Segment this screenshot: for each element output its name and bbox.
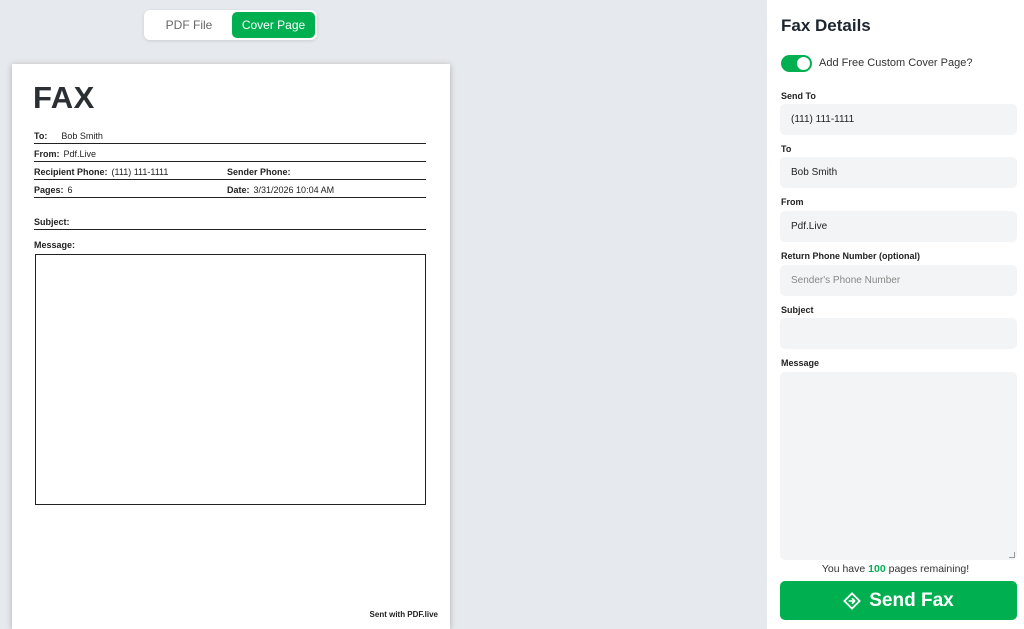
cover-footer: Sent with PDF.live [369, 610, 438, 619]
cover-pages-label: Pages: [34, 185, 64, 195]
cover-pages-row: Pages: 6 Date: 3/31/2026 10:04 AM [34, 180, 426, 198]
send-to-field[interactable]: (111) 111-1111 [780, 104, 1017, 135]
cover-page-toggle[interactable] [781, 55, 812, 72]
send-to-label: Send To [781, 91, 816, 101]
cover-subject-label: Subject: [34, 217, 70, 227]
fax-title: FAX [33, 80, 95, 115]
send-diamond-icon [843, 591, 862, 610]
remaining-count: 100 [868, 563, 886, 575]
cover-from-label: From: [34, 149, 60, 159]
from-label: From [781, 197, 804, 207]
cover-to-value: Bob Smith [61, 131, 103, 141]
cover-recipient-phone-label: Recipient Phone: [34, 167, 108, 177]
cover-recipient-phone-value: (111) 111-1111 [111, 167, 169, 177]
message-label: Message [781, 358, 820, 368]
tab-cover-page[interactable]: Cover Page [232, 12, 315, 38]
subject-label: Subject [781, 305, 814, 315]
cover-page-preview: FAX To: Bob Smith From: Pdf.Live Recipie… [12, 64, 450, 629]
cover-message-box [35, 254, 426, 505]
send-fax-button[interactable]: Send Fax [780, 581, 1017, 620]
send-fax-label: Send Fax [869, 589, 954, 611]
cover-pages-value: 6 [67, 185, 73, 195]
toggle-knob [797, 57, 810, 70]
to-label: To [781, 144, 792, 154]
remaining-prefix: You have [821, 563, 866, 575]
remaining-suffix: pages remaining! [888, 563, 970, 575]
cover-page-toggle-label: Add Free Custom Cover Page? [819, 57, 973, 69]
resize-handle-icon[interactable] [1009, 552, 1015, 558]
cover-to-row: To: Bob Smith [34, 126, 426, 144]
cover-phone-row: Recipient Phone: (111) 111-1111 Sender P… [34, 162, 426, 180]
tab-pdf-file[interactable]: PDF File [146, 12, 232, 38]
cover-from-value: Pdf.Live [63, 149, 97, 159]
fax-details-panel: Fax Details Add Free Custom Cover Page? … [767, 0, 1024, 629]
return-phone-label: Return Phone Number (optional) [781, 251, 920, 261]
return-phone-field[interactable]: Sender's Phone Number [780, 265, 1017, 296]
pages-remaining: You have 100 pages remaining! [767, 563, 1024, 575]
panel-title: Fax Details [781, 16, 871, 35]
cover-date-label: Date: [227, 185, 250, 195]
cover-message-label: Message: [34, 240, 76, 250]
cover-from-row: From: Pdf.Live [34, 144, 426, 162]
to-field[interactable]: Bob Smith [780, 157, 1017, 188]
subject-field[interactable] [780, 318, 1017, 349]
view-toggle: PDF File Cover Page [144, 10, 317, 40]
message-textarea[interactable] [780, 372, 1017, 560]
from-field[interactable]: Pdf.Live [780, 211, 1017, 242]
cover-subject-row: Subject: [34, 212, 426, 230]
cover-to-label: To: [34, 131, 48, 141]
cover-sender-phone-label: Sender Phone: [227, 167, 291, 177]
cover-date-value: 3/31/2026 10:04 AM [253, 185, 335, 195]
